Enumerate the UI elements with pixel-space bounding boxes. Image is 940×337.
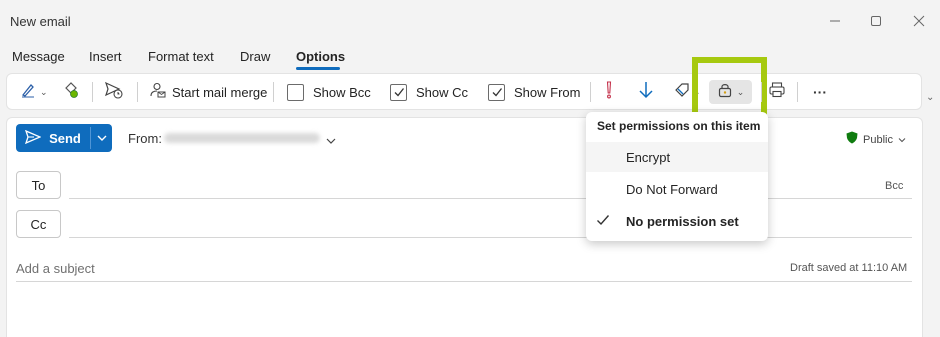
from-address-redacted[interactable] [164,133,320,143]
tab-insert[interactable]: Insert [89,49,122,64]
from-dropdown-icon[interactable] [326,132,336,150]
ribbon-expand-icon[interactable]: ⌄ [926,92,934,103]
printer-icon [768,81,786,104]
tab-message[interactable]: Message [12,49,65,64]
menu-item-do-not-forward[interactable]: Do Not Forward [586,174,768,204]
ribbon-separator [797,82,798,102]
show-cc-label: Show Cc [416,84,469,100]
high-importance-button[interactable] [604,80,614,104]
menu-item-no-permission-set[interactable]: No permission set [586,206,768,236]
theme-button[interactable]: ⌄ [20,80,48,104]
tab-draw[interactable]: Draw [240,49,270,64]
chevron-down-icon [898,138,906,143]
show-bcc-checkbox[interactable] [287,83,304,101]
bcc-link[interactable]: Bcc [885,180,903,192]
more-options-button[interactable]: ··· [813,80,827,104]
cc-button[interactable]: Cc [16,210,61,238]
tab-format-text[interactable]: Format text [148,49,214,64]
send-clock-icon [104,81,124,104]
start-mail-merge-button[interactable]: Start mail merge [150,80,267,104]
ribbon-separator [761,82,762,102]
send-icon [25,129,42,147]
ribbon-separator [590,82,591,102]
send-label: Send [49,130,81,146]
cc-field-underline [69,237,912,238]
send-button[interactable]: Send [16,124,90,152]
show-bcc-toggle[interactable]: Show Bcc [287,80,371,104]
from-label: From: [128,131,162,146]
chevron-down-icon [97,135,106,141]
show-from-label: Show From [514,84,581,100]
ribbon-separator [273,82,274,102]
subject-underline [16,281,912,282]
subject-input[interactable]: Add a subject [16,261,95,276]
cc-field[interactable] [69,211,569,235]
menu-item-encrypt[interactable]: Encrypt [586,142,768,172]
delay-delivery-button[interactable] [104,80,124,104]
minimize-icon[interactable] [826,12,844,30]
person-mail-icon [150,82,166,103]
permissions-menu-title: Set permissions on this item [597,119,761,133]
checkmark-icon [492,88,502,97]
sensitivity-label[interactable]: Public [846,131,906,149]
draft-status: Draft saved at 11:10 AM [790,262,908,274]
ribbon-separator [92,82,93,102]
to-button[interactable]: To [16,171,61,199]
no-permission-label: No permission set [626,213,739,229]
show-cc-checkbox[interactable] [390,83,407,101]
chevron-down-icon: ⌄ [40,86,48,97]
mail-merge-label: Start mail merge [172,84,268,100]
to-field[interactable] [69,172,569,196]
to-field-underline [69,198,912,199]
active-tab-indicator [296,67,340,70]
pen-icon [20,82,36,103]
tag-icon [673,81,691,104]
print-button[interactable] [768,80,786,104]
maximize-icon[interactable] [867,12,885,30]
window-title: New email [10,14,71,29]
arrow-down-icon [638,81,654,104]
exclamation-icon [604,80,614,104]
ribbon-separator [137,82,138,102]
shield-icon [846,131,858,149]
show-from-checkbox[interactable] [488,83,505,101]
page-color-button[interactable] [62,80,80,104]
permissions-menu: Set permissions on this item Encrypt Do … [586,112,768,241]
show-bcc-label: Show Bcc [313,84,371,100]
sensitivity-text: Public [863,134,893,146]
paint-bucket-icon [62,81,80,104]
checkmark-icon [394,88,404,97]
tab-options[interactable]: Options [296,49,345,64]
show-from-toggle[interactable]: Show From [488,80,580,104]
low-importance-button[interactable] [638,80,654,104]
send-options-dropdown[interactable] [91,124,112,152]
close-icon[interactable] [910,12,928,30]
checkmark-icon [596,214,610,229]
show-cc-toggle[interactable]: Show Cc [390,80,468,104]
send-button-group: Send [16,124,112,152]
